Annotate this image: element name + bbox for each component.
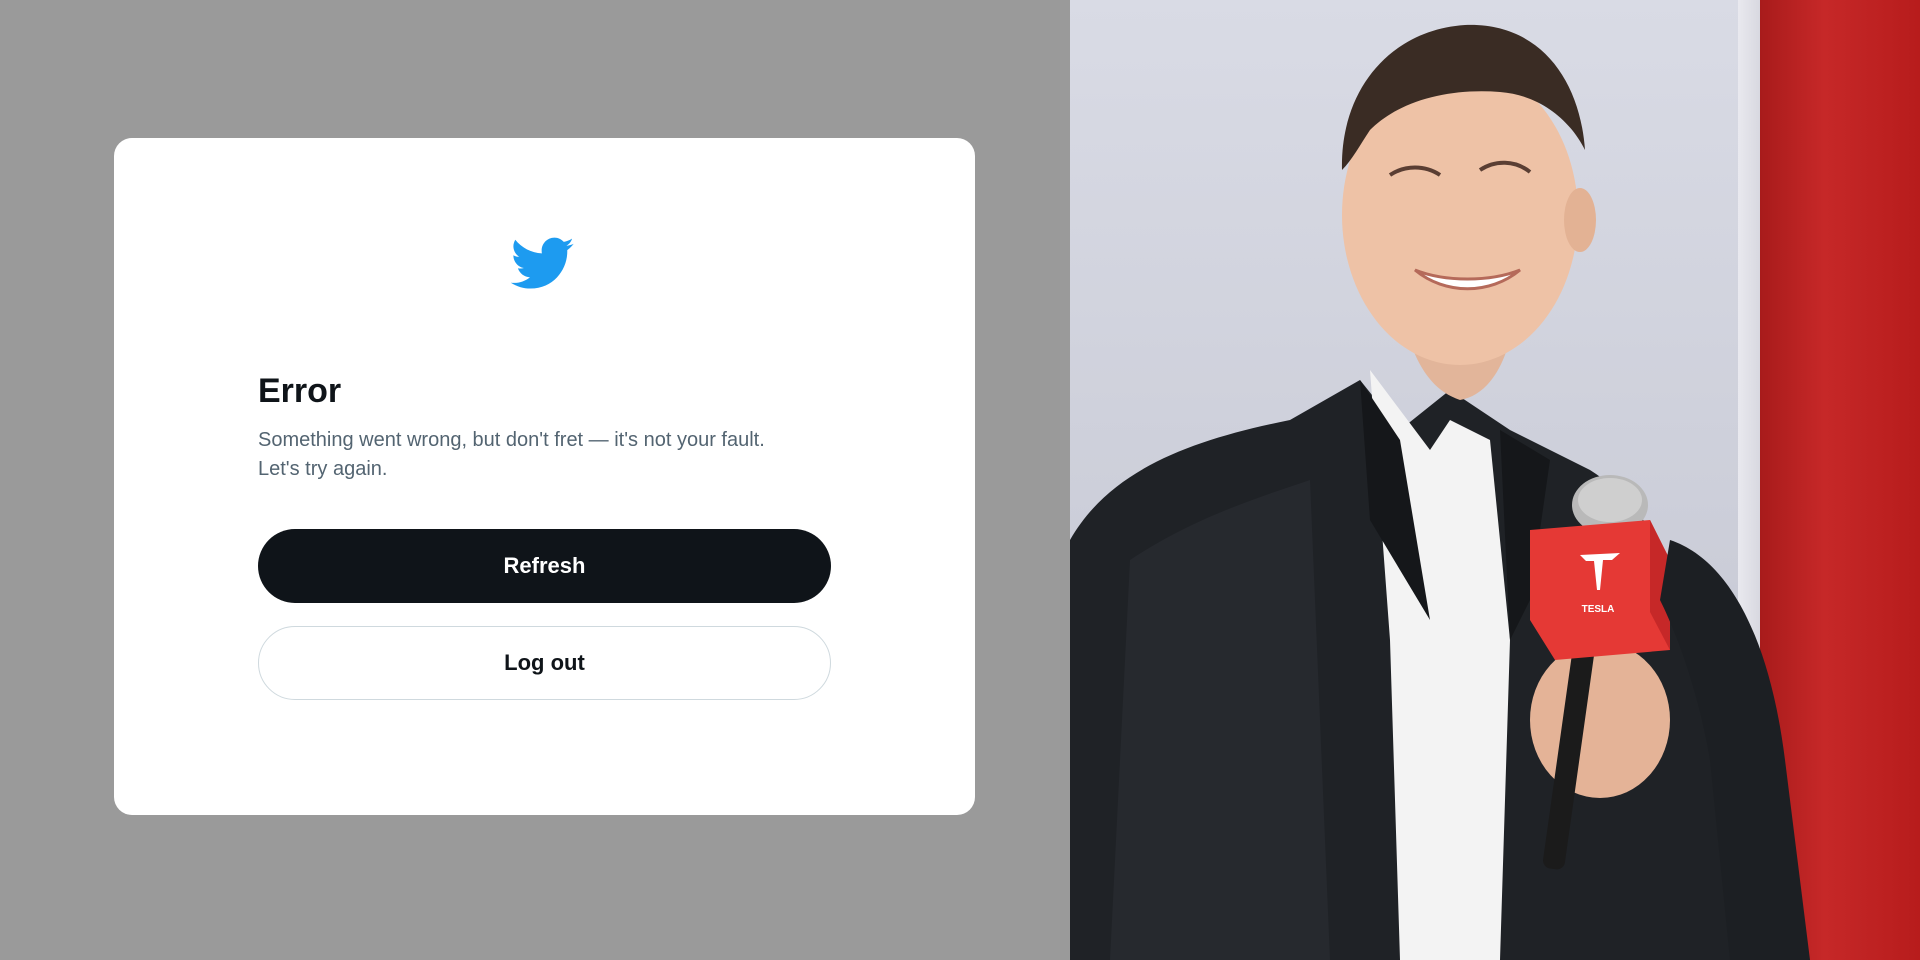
- log-out-button[interactable]: Log out: [258, 626, 831, 700]
- log-out-button-label: Log out: [504, 650, 585, 675]
- error-message: Something went wrong, but don't fret — i…: [258, 426, 858, 484]
- mic-logo-text: TESLA: [1582, 604, 1615, 615]
- refresh-button-label: Refresh: [503, 553, 586, 578]
- error-title: Error: [258, 372, 342, 410]
- refresh-button[interactable]: Refresh: [258, 529, 831, 603]
- error-message-line-2: Let's try again.: [258, 458, 388, 480]
- speaker-photo: TESLA: [1070, 0, 1920, 960]
- error-message-line-1: Something went wrong, but don't fret — i…: [258, 429, 765, 451]
- twitter-bird-icon: [511, 237, 574, 289]
- speaker-figure: TESLA: [1070, 24, 1810, 960]
